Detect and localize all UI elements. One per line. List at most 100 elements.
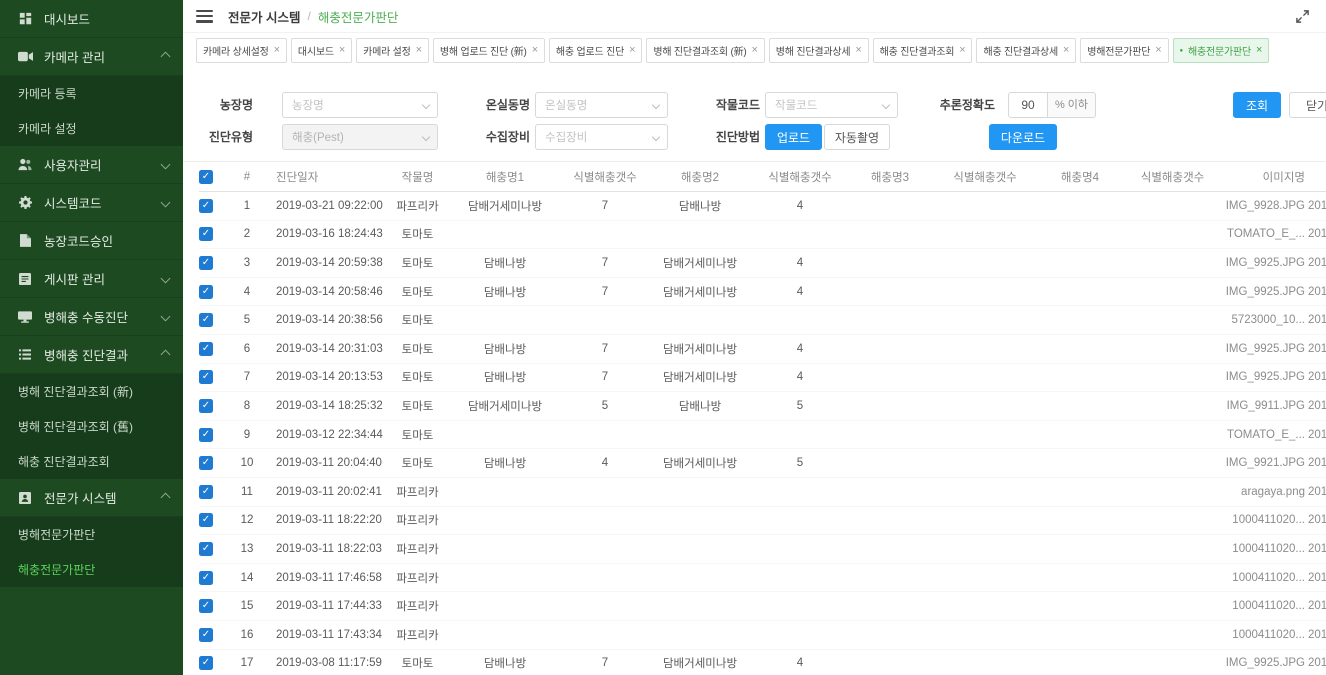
column-header[interactable]: 식별해충갯수 — [935, 169, 1035, 185]
equipment-select[interactable]: 수집장비 — [535, 124, 668, 150]
table-row[interactable]: ✓122019-03-11 18:22:20파프리카1000411020...2… — [199, 507, 1326, 536]
sidebar-subitem[interactable]: 병해 진단결과조회 (新) — [0, 374, 183, 409]
method-auto-button[interactable]: 자동촬영 — [824, 124, 890, 150]
table-row[interactable]: ✓172019-03-08 11:17:59토마토담배나방7담배거세미나방4IM… — [199, 650, 1326, 675]
tab-close-icon[interactable]: × — [339, 45, 345, 56]
row-checkbox[interactable]: ✓ — [199, 227, 213, 241]
sidebar-item[interactable]: 게시판 관리 — [0, 260, 183, 298]
tab[interactable]: 카메라 설정× — [356, 38, 429, 63]
download-button[interactable]: 다운로드 — [989, 124, 1057, 150]
sidebar-subitem[interactable]: 카메라 등록 — [0, 76, 183, 111]
tab[interactable]: 병해 진단결과조회 (新) × — [646, 38, 764, 63]
tab[interactable]: 해충 진단결과조회× — [873, 38, 973, 63]
table-row[interactable]: ✓142019-03-11 17:46:58파프리카1000411020...2… — [199, 564, 1326, 593]
table-row[interactable]: ✓92019-03-12 22:34:44토마토TOMATO_E_...2019 — [199, 421, 1326, 450]
column-header[interactable]: 이미지명 — [1220, 169, 1305, 185]
column-header[interactable]: 해충명1 — [445, 169, 565, 185]
row-checkbox[interactable]: ✓ — [199, 399, 213, 413]
table-row[interactable]: ✓162019-03-11 17:43:34파프리카1000411020...2… — [199, 621, 1326, 650]
column-header[interactable]: 식별해충갯수 — [565, 169, 645, 185]
row-checkbox[interactable]: ✓ — [199, 428, 213, 442]
column-header[interactable]: 해충명2 — [645, 169, 755, 185]
table-row[interactable]: ✓152019-03-11 17:44:33파프리카1000411020...2… — [199, 592, 1326, 621]
row-checkbox[interactable]: ✓ — [199, 628, 213, 642]
sidebar-item[interactable]: 병해충 진단결과 — [0, 336, 183, 374]
sidebar-subitem-active[interactable]: 해충전문가판단 — [0, 552, 183, 587]
tab[interactable]: 병해전문가판단× — [1080, 38, 1168, 63]
row-checkbox[interactable]: ✓ — [199, 571, 213, 585]
column-header[interactable]: 진단일자 — [265, 169, 390, 185]
select-all-checkbox[interactable]: ✓ — [199, 170, 213, 184]
diagtype-select[interactable]: 해충(Pest) — [282, 124, 438, 150]
row-checkbox[interactable]: ✓ — [199, 656, 213, 670]
table-row[interactable]: ✓82019-03-14 18:25:32토마토담배거세미나방5담배나방5IMG… — [199, 392, 1326, 421]
tab-close-icon[interactable]: × — [1063, 45, 1069, 56]
tab-active[interactable]: ●해충전문가판단× — [1173, 38, 1270, 63]
table-row[interactable]: ✓132019-03-11 18:22:03파프리카1000411020...2… — [199, 535, 1326, 564]
row-checkbox[interactable]: ✓ — [199, 285, 213, 299]
tab-close-icon[interactable]: × — [855, 45, 861, 56]
row-checkbox[interactable]: ✓ — [199, 199, 213, 213]
column-header[interactable]: 식별해충갯수 — [755, 169, 845, 185]
column-header[interactable]: 식별해충갯수 — [1125, 169, 1220, 185]
tab[interactable]: 해충 업로드 진단× — [549, 38, 642, 63]
sidebar-item[interactable]: 카메라 관리 — [0, 38, 183, 76]
greenhouse-select[interactable]: 온실동명 — [535, 92, 668, 118]
row-checkbox[interactable]: ✓ — [199, 342, 213, 356]
cell-pest1: 담배나방 — [445, 255, 565, 271]
row-checkbox[interactable]: ✓ — [199, 256, 213, 270]
table-row[interactable]: ✓42019-03-14 20:58:46토마토담배나방7담배거세미나방4IMG… — [199, 278, 1326, 307]
tab-close-icon[interactable]: × — [752, 45, 758, 56]
table-row[interactable]: ✓62019-03-14 20:31:03토마토담배나방7담배거세미나방4IMG… — [199, 335, 1326, 364]
column-header[interactable]: 해충명3 — [845, 169, 935, 185]
tab-close-icon[interactable]: × — [416, 45, 422, 56]
table-row[interactable]: ✓112019-03-11 20:02:41파프리카aragaya.png201… — [199, 478, 1326, 507]
table-row[interactable]: ✓72019-03-14 20:13:53토마토담배나방7담배거세미나방4IMG… — [199, 364, 1326, 393]
tab[interactable]: 병해 업로드 진단 (新)× — [433, 38, 545, 63]
tab[interactable]: 해충 진단결과상세× — [976, 38, 1076, 63]
column-header[interactable]: 작물명 — [390, 169, 445, 185]
table-row[interactable]: ✓22019-03-16 18:24:43토마토TOMATO_E_...2019 — [199, 221, 1326, 250]
tab-close-icon[interactable]: × — [1155, 45, 1161, 56]
row-checkbox[interactable]: ✓ — [199, 485, 213, 499]
sidebar-subitem[interactable]: 병해전문가판단 — [0, 517, 183, 552]
table-row[interactable]: ✓52019-03-14 20:38:56토마토5723000_10...201… — [199, 306, 1326, 335]
tab[interactable]: 카메라 상세설정× — [196, 38, 287, 63]
row-checkbox[interactable]: ✓ — [199, 513, 213, 527]
row-checkbox[interactable]: ✓ — [199, 599, 213, 613]
column-header[interactable]: # — [229, 171, 265, 183]
tab-close-icon[interactable]: × — [629, 45, 635, 56]
tab[interactable]: 대시보드× — [291, 38, 352, 63]
crop-select[interactable]: 작물코드 — [765, 92, 898, 118]
table-row[interactable]: ✓32019-03-14 20:59:38토마토담배나방7담배거세미나방4IMG… — [199, 249, 1326, 278]
sidebar-item[interactable]: 시스템코드 — [0, 184, 183, 222]
sidebar-item[interactable]: 병해충 수동진단 — [0, 298, 183, 336]
tab-close-icon[interactable]: × — [959, 45, 965, 56]
sidebar-item[interactable]: 사용자관리 — [0, 146, 183, 184]
sidebar-item[interactable]: 농장코드승인 — [0, 222, 183, 260]
table-row[interactable]: ✓12019-03-21 09:22:00파프리카담배거세미나방7담배나방4IM… — [199, 192, 1326, 221]
table-row[interactable]: ✓102019-03-11 20:04:40토마토담배나방4담배거세미나방5IM… — [199, 449, 1326, 478]
farm-select[interactable]: 농장명 — [282, 92, 438, 118]
tab[interactable]: 병해 진단결과상세× — [769, 38, 869, 63]
close-button[interactable]: 닫기 — [1289, 92, 1326, 118]
tab-close-icon[interactable]: × — [274, 45, 280, 56]
tab-label: 병해 진단결과조회 (新) — [653, 43, 746, 58]
sidebar-item[interactable]: 전문가 시스템 — [0, 479, 183, 517]
column-header[interactable]: 해충명4 — [1035, 169, 1125, 185]
tab-close-icon[interactable]: × — [532, 45, 538, 56]
row-checkbox[interactable]: ✓ — [199, 456, 213, 470]
sidebar-item[interactable]: 대시보드 — [0, 0, 183, 38]
sidebar-subitem[interactable]: 해충 진단결과조회 — [0, 444, 183, 479]
accuracy-input[interactable] — [1008, 92, 1048, 118]
tab-close-icon[interactable]: × — [1256, 45, 1262, 56]
row-checkbox[interactable]: ✓ — [199, 313, 213, 327]
method-upload-button[interactable]: 업로드 — [765, 124, 822, 150]
search-button[interactable]: 조회 — [1233, 92, 1281, 118]
sidebar-subitem[interactable]: 병해 진단결과조회 (舊) — [0, 409, 183, 444]
fullscreen-icon[interactable] — [1295, 9, 1310, 24]
hamburger-icon[interactable] — [196, 10, 213, 23]
row-checkbox[interactable]: ✓ — [199, 370, 213, 384]
sidebar-subitem[interactable]: 카메라 설정 — [0, 111, 183, 146]
row-checkbox[interactable]: ✓ — [199, 542, 213, 556]
